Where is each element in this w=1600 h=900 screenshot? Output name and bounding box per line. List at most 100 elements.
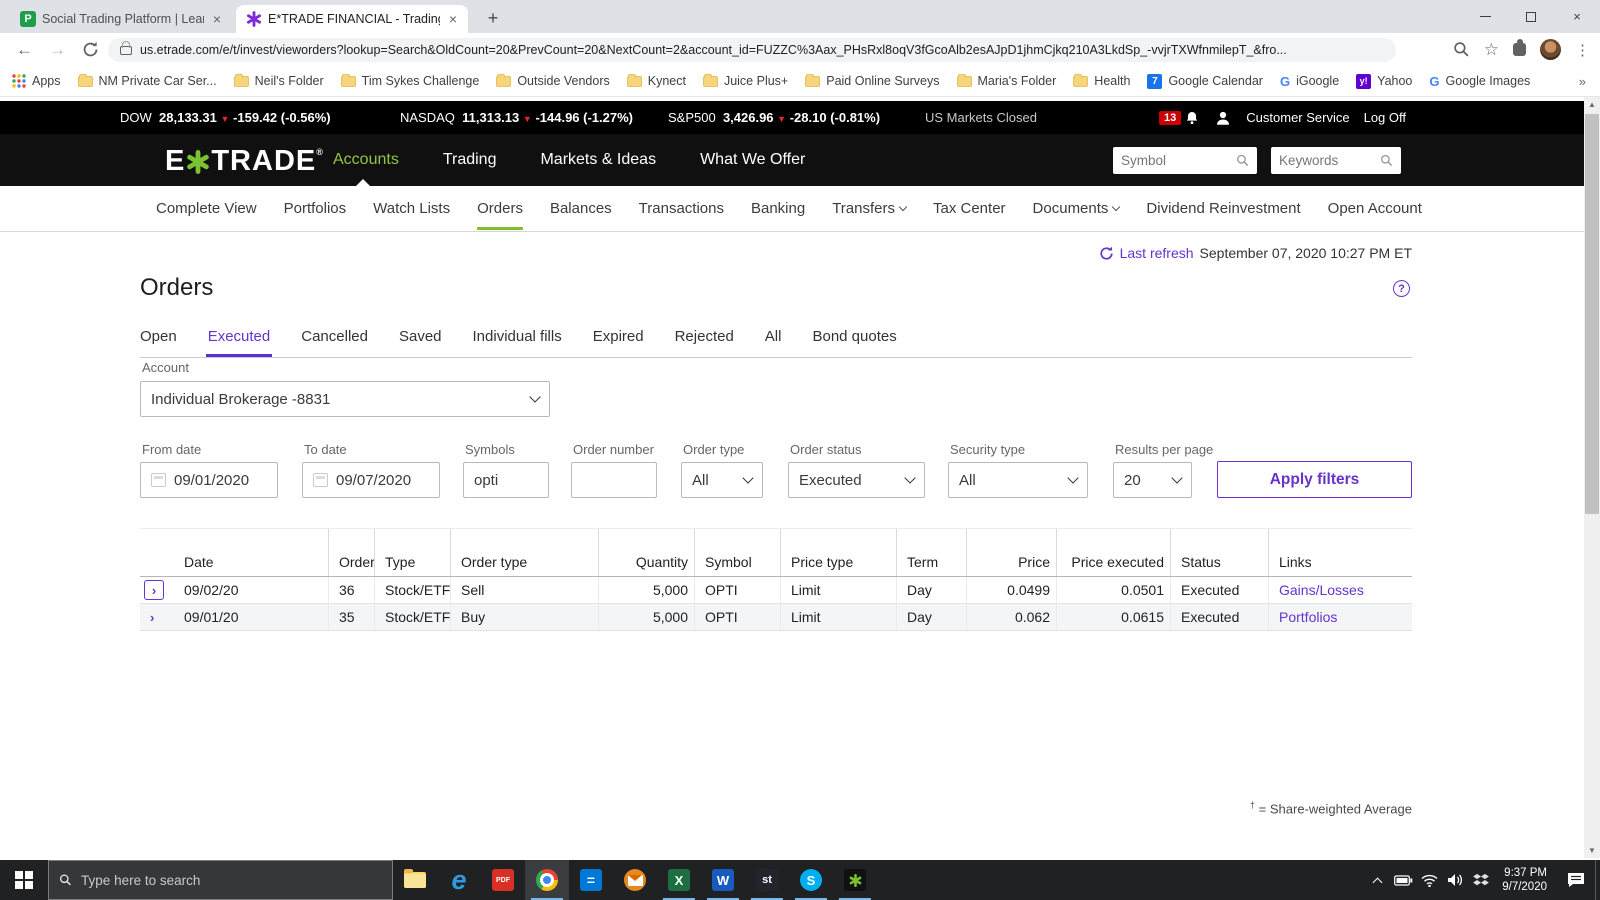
nav-what-we-offer[interactable]: What We Offer [700,151,805,169]
bookmark-folder[interactable]: Neil's Folder [234,74,324,88]
reload-button[interactable] [82,41,99,58]
new-tab-button[interactable]: + [480,6,506,30]
tab-close-icon[interactable]: × [446,11,460,27]
bookmark-folder[interactable]: Juice Plus+ [703,74,788,88]
taskbar-file-explorer[interactable] [393,860,437,900]
nav-trading[interactable]: Trading [443,151,497,169]
page-scrollbar[interactable]: ▲ ▼ [1584,97,1600,858]
subnav-dividend-reinvestment[interactable]: Dividend Reinvestment [1146,200,1300,217]
results-per-page-select[interactable]: 20 [1113,462,1192,498]
address-bar[interactable]: us.etrade.com/e/t/invest/vieworders?look… [108,38,1396,62]
bookmark-folder[interactable]: Paid Online Surveys [805,74,939,88]
bookmark-yahoo[interactable]: y!Yahoo [1356,74,1412,89]
bookmark-folder[interactable]: Outside Vendors [496,74,609,88]
close-button[interactable]: × [1554,0,1600,33]
taskbar-excel[interactable]: X [657,860,701,900]
subnav-tax-center[interactable]: Tax Center [933,200,1006,217]
subnav-documents[interactable]: Documents [1033,200,1120,217]
bookmark-folder[interactable]: Kynect [627,74,686,88]
from-date-field[interactable]: 09/01/2020 [140,462,278,498]
search-icon[interactable] [1236,153,1249,168]
bookmark-star-icon[interactable]: ☆ [1484,40,1499,60]
customer-service-link[interactable]: Customer Service [1246,110,1349,125]
order-number-field[interactable] [571,462,657,498]
security-type-select[interactable]: All [948,462,1088,498]
taskbar-outlook[interactable] [613,860,657,900]
forward-button[interactable]: → [49,40,66,60]
gains-losses-link[interactable]: Gains/Losses [1279,582,1364,598]
subnav-balances[interactable]: Balances [550,200,612,217]
bookmark-folder[interactable]: Maria's Folder [957,74,1057,88]
subnav-banking[interactable]: Banking [751,200,805,217]
symbols-field[interactable]: opti [463,462,549,498]
keywords-search-input[interactable] [1279,153,1380,168]
taskbar-skype[interactable]: S [789,860,833,900]
subnav-portfolios[interactable]: Portfolios [284,200,347,217]
etrade-logo[interactable]: E TRADE ® [165,145,324,178]
browser-tab-social-trading[interactable]: P Social Trading Platform | Learn to × [10,5,232,33]
taskbar-search[interactable] [48,860,393,900]
tab-all[interactable]: All [765,328,782,345]
scrollbar-thumb[interactable] [1585,114,1599,514]
keywords-search[interactable] [1271,147,1401,174]
battery-icon[interactable] [1390,860,1416,900]
taskbar-stocktwits[interactable]: st [745,860,789,900]
menu-kebab-icon[interactable]: ⋮ [1575,41,1590,59]
subnav-open-account[interactable]: Open Account [1328,200,1422,217]
search-icon[interactable] [1380,153,1393,168]
order-type-select[interactable]: All [681,462,763,498]
tab-rejected[interactable]: Rejected [675,328,734,345]
log-off-link[interactable]: Log Off [1364,110,1406,125]
tab-cancelled[interactable]: Cancelled [301,328,368,345]
taskbar-calculator[interactable]: = [569,860,613,900]
back-button[interactable]: ← [16,40,33,60]
zoom-icon[interactable] [1453,41,1470,58]
subnav-orders[interactable]: Orders [477,200,523,217]
expand-row-button[interactable]: › [150,610,154,625]
taskbar-pdf[interactable]: PDF [481,860,525,900]
start-button[interactable] [0,860,48,900]
maximize-button[interactable] [1508,0,1554,33]
calendar-icon[interactable] [151,473,166,487]
symbol-search-input[interactable] [1121,153,1236,168]
show-desktop-button[interactable] [1595,860,1600,900]
bookmark-folder[interactable]: Health [1073,74,1130,88]
subnav-transactions[interactable]: Transactions [639,200,724,217]
scroll-up-icon[interactable]: ▲ [1584,97,1600,112]
symbol-search[interactable] [1113,147,1257,174]
extensions-icon[interactable] [1513,43,1526,56]
subnav-transfers[interactable]: Transfers [832,200,906,217]
calendar-icon[interactable] [313,473,328,487]
nav-markets-ideas[interactable]: Markets & Ideas [540,151,656,169]
help-icon[interactable]: ? [1393,280,1410,297]
portfolios-link[interactable]: Portfolios [1279,609,1337,625]
scroll-down-icon[interactable]: ▼ [1584,843,1600,858]
taskbar-edge[interactable]: e [437,860,481,900]
taskbar-etrade-pro[interactable] [833,860,877,900]
apply-filters-button[interactable]: Apply filters [1217,461,1412,498]
last-refresh-link[interactable]: Last refresh [1120,245,1194,261]
subnav-watch-lists[interactable]: Watch Lists [373,200,450,217]
taskbar-chrome[interactable] [525,860,569,900]
bookmark-igoogle[interactable]: GiGoogle [1280,74,1339,89]
apps-button[interactable]: Apps [12,74,61,88]
user-icon[interactable] [1214,109,1232,127]
expand-row-button[interactable]: › [144,580,164,600]
bookmark-google-images[interactable]: GGoogle Images [1429,74,1530,89]
refresh-icon[interactable] [1099,246,1114,261]
tab-bond-quotes[interactable]: Bond quotes [812,328,896,345]
tab-executed[interactable]: Executed [208,328,271,345]
taskbar-clock[interactable]: 9:37 PM9/7/2020 [1494,866,1557,894]
subnav-complete-view[interactable]: Complete View [156,200,257,217]
tab-individual-fills[interactable]: Individual fills [473,328,562,345]
bookmark-google-calendar[interactable]: 7Google Calendar [1147,74,1263,89]
to-date-field[interactable]: 09/07/2020 [302,462,440,498]
bookmark-folder[interactable]: NM Private Car Ser... [78,74,217,88]
taskbar-word[interactable]: W [701,860,745,900]
bookmarks-overflow-icon[interactable]: » [1579,74,1586,89]
tab-saved[interactable]: Saved [399,328,442,345]
account-select[interactable]: Individual Brokerage -8831 [140,381,550,417]
wifi-icon[interactable] [1416,860,1442,900]
nav-accounts[interactable]: Accounts [333,151,399,169]
tab-close-icon[interactable]: × [210,11,224,27]
